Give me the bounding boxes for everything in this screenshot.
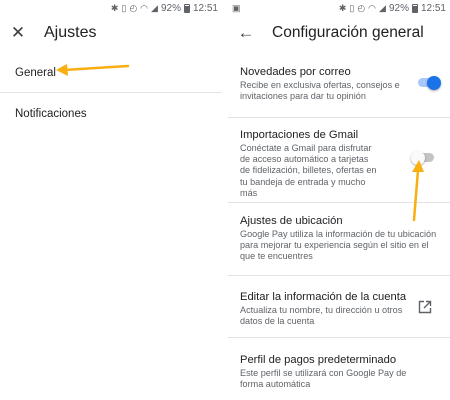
app-bar: ← Configuración general (228, 16, 450, 50)
signal-icon: ◢ (379, 3, 386, 13)
setting-title: Ajustes de ubicación (240, 215, 343, 227)
gallery-icon: ▣ (232, 3, 241, 13)
battery-percent: 92% (160, 2, 181, 14)
clock: 12:51 (192, 2, 218, 14)
divider (228, 117, 450, 118)
setting-perfil-pagos[interactable]: Perfil de pagos predeterminado Este perf… (240, 354, 440, 390)
setting-description: Google Pay utiliza la información de tu … (240, 229, 437, 262)
close-icon[interactable]: ✕ (0, 23, 36, 43)
wifi-icon: ◠ (140, 3, 149, 13)
setting-description: Este perfil se utilizará con Google Pay … (240, 368, 407, 390)
setting-description: Conéctate a Gmail para disfrutar de acce… (240, 143, 377, 198)
divider (228, 275, 450, 276)
vibrate-icon: ▯ (349, 3, 355, 13)
vibrate-icon: ▯ (121, 3, 127, 13)
novedades-toggle[interactable] (418, 75, 441, 90)
annotation-arrow (56, 64, 130, 76)
setting-title: Editar la información de la cuenta (240, 291, 407, 303)
bluetooth-icon: ✱ (338, 3, 347, 13)
general-settings-screen: ▣ ✱ ▯ ◴ ◠ ◢ 92% 12:51 ← Configuración ge… (228, 0, 450, 400)
menu-item-general[interactable]: General (15, 67, 56, 79)
setting-title: Importaciones de Gmail (240, 129, 359, 141)
setting-title: Novedades por correo (240, 66, 351, 78)
divider (228, 202, 450, 203)
status-bar: ✱ ▯ ◴ ◠ ◢ 92% 12:51 (0, 0, 222, 16)
open-in-new-icon[interactable] (418, 300, 432, 314)
settings-screen: ✱ ▯ ◴ ◠ ◢ 92% 12:51 ✕ Ajustes General No… (0, 0, 222, 400)
setting-description: Recibe en exclusiva ofertas, consejos e … (240, 80, 400, 102)
alarm-icon: ◴ (129, 3, 138, 13)
bluetooth-icon: ✱ (110, 3, 119, 13)
setting-editar-cuenta[interactable]: Editar la información de la cuenta Actua… (240, 291, 440, 327)
setting-importaciones-gmail[interactable]: Importaciones de Gmail Conéctate a Gmail… (240, 129, 440, 199)
signal-icon: ◢ (151, 3, 158, 13)
battery-icon (411, 3, 418, 13)
setting-ubicacion[interactable]: Ajustes de ubicación Google Pay utiliza … (240, 215, 440, 263)
setting-description: Actualiza tu nombre, tu dirección u otro… (240, 305, 403, 327)
battery-percent: 92% (388, 2, 409, 14)
app-bar: ✕ Ajustes (0, 16, 222, 50)
battery-icon (183, 3, 190, 13)
divider (0, 92, 222, 93)
menu-item-notificaciones[interactable]: Notificaciones (15, 108, 87, 120)
setting-novedades[interactable]: Novedades por correo Recibe en exclusiva… (240, 66, 440, 102)
clock: 12:51 (420, 2, 446, 14)
alarm-icon: ◴ (357, 3, 366, 13)
status-bar: ▣ ✱ ▯ ◴ ◠ ◢ 92% 12:51 (228, 0, 450, 16)
page-title: Configuración general (272, 24, 424, 41)
divider (228, 337, 450, 338)
wifi-icon: ◠ (368, 3, 377, 13)
gmail-imports-toggle[interactable] (411, 150, 434, 165)
page-title: Ajustes (44, 24, 97, 41)
setting-title: Perfil de pagos predeterminado (240, 354, 397, 366)
back-arrow-icon[interactable]: ← (228, 23, 264, 43)
